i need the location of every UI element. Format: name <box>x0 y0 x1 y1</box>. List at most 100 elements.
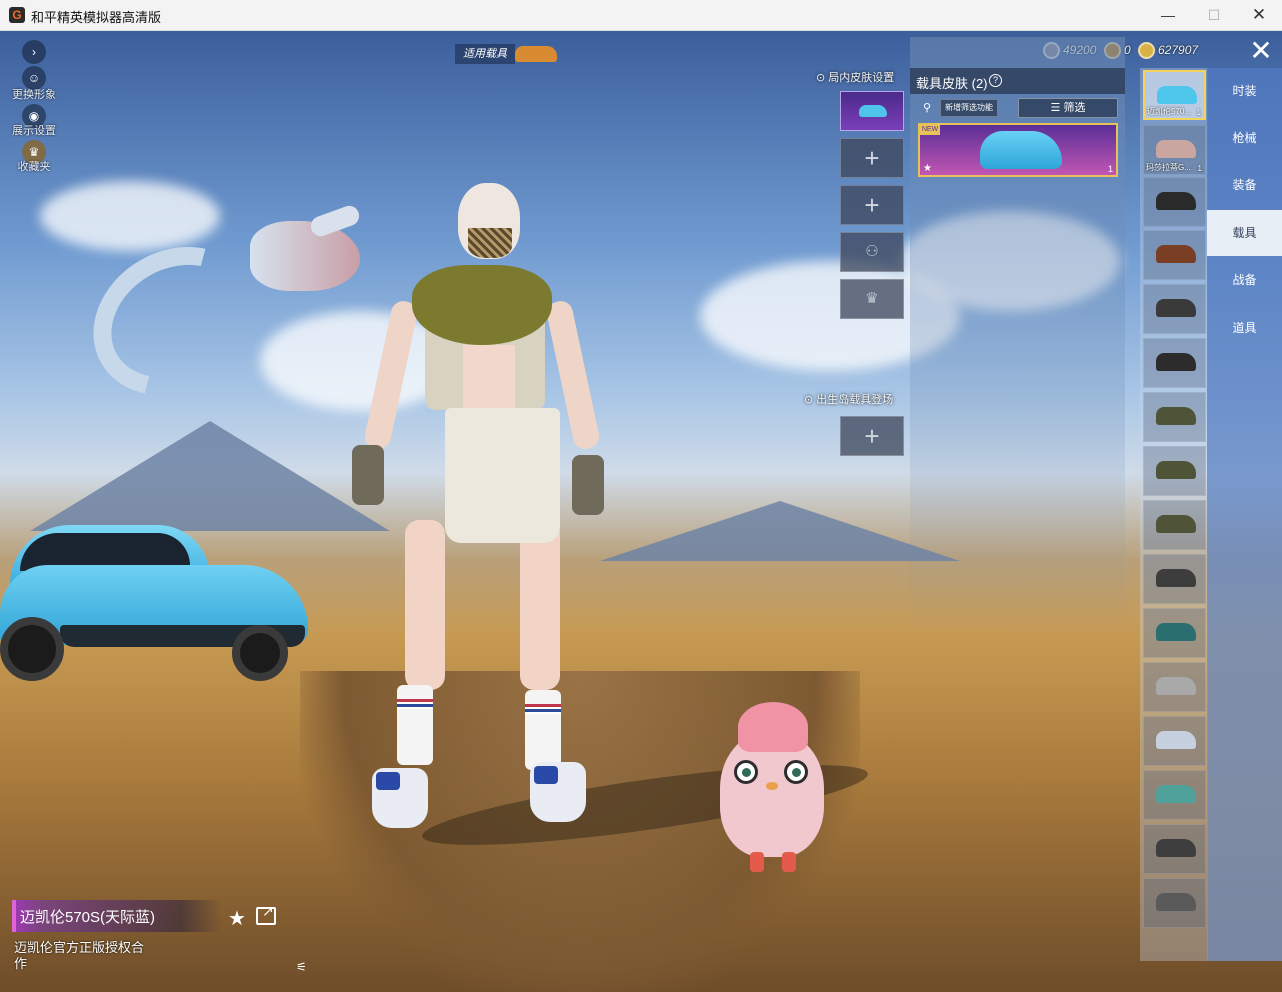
skin-car-thumbnail <box>980 131 1062 169</box>
vehicle-list-item[interactable] <box>1143 338 1206 388</box>
spawn-vehicle-slot[interactable]: + <box>840 416 904 456</box>
gold-coin-icon <box>1138 41 1155 59</box>
vehicle-model[interactable] <box>0 525 312 685</box>
skin-count: 1 <box>1107 164 1113 174</box>
vehicle-thumbnail <box>1157 86 1197 104</box>
character-torso <box>463 345 515 411</box>
medal-amount: 0 <box>1124 43 1131 57</box>
slot-car-thumbnail <box>859 105 887 117</box>
window-title: 和平精英模拟器高清版 <box>31 10 162 25</box>
vehicle-list-item[interactable] <box>1143 878 1206 928</box>
app-logo-icon: G <box>9 7 25 23</box>
pet-foot <box>782 852 796 872</box>
skin-slot-locked-1[interactable]: ⚇ <box>840 232 904 272</box>
change-avatar-label[interactable]: 更换形象 <box>10 86 58 102</box>
favorite-star-icon[interactable]: ★ <box>228 906 246 931</box>
vehicle-list-item[interactable] <box>1143 284 1206 334</box>
vehicle-thumbnail <box>1156 515 1196 533</box>
character-glove <box>572 455 604 515</box>
applied-vehicle-icon <box>515 46 557 62</box>
vehicle-thumbnail <box>1156 569 1196 587</box>
pet-companion[interactable] <box>720 702 824 874</box>
vehicle-list-item[interactable] <box>1143 770 1206 820</box>
filter-button[interactable]: ☰ 筛选 <box>1018 98 1118 118</box>
vehicle-thumbnail <box>1156 839 1196 857</box>
vehicle-thumbnail <box>1156 623 1196 641</box>
car-wheel <box>232 625 288 681</box>
character-sock <box>525 690 561 770</box>
vehicle-thumbnail <box>1156 677 1196 695</box>
chevron-right-icon[interactable]: › <box>22 40 46 64</box>
skin-slot-3[interactable]: + <box>840 185 904 225</box>
minimize-button[interactable]: — <box>1145 0 1191 30</box>
dragon-decoration <box>66 203 380 425</box>
vehicle-thumbnail <box>1156 731 1196 749</box>
vehicle-thumbnail <box>1156 192 1196 210</box>
favorites-label[interactable]: 收藏夹 <box>10 158 58 174</box>
vehicle-thumbnail <box>1156 461 1196 479</box>
vehicle-skin-title: 载具皮肤 (2) <box>916 76 988 91</box>
character-scarf <box>412 265 552 345</box>
vehicle-list-count: 1 <box>1196 108 1201 117</box>
pet-hair <box>738 702 808 752</box>
gold-amount: 627907 <box>1158 43 1199 57</box>
new-filter-button[interactable]: 新增筛选功能 <box>940 99 998 117</box>
character-shorts <box>445 408 560 543</box>
pet-eye <box>734 760 758 784</box>
dragon-head <box>250 221 360 291</box>
display-settings-label[interactable]: 展示设置 <box>10 122 58 138</box>
character-shoe <box>372 768 428 828</box>
category-tab[interactable]: 道具 <box>1207 305 1282 351</box>
car-wheel <box>0 617 64 681</box>
character-leg <box>405 520 445 690</box>
window-close-button[interactable]: ✕ <box>1236 0 1282 30</box>
vehicle-thumbnail <box>1156 407 1196 425</box>
vehicle-list-count: 1 <box>1197 164 1202 173</box>
pet-foot <box>750 852 764 872</box>
mountain <box>30 421 390 531</box>
vehicle-list-item[interactable] <box>1143 716 1206 766</box>
mountain <box>600 501 960 561</box>
vehicle-list-item[interactable] <box>1143 230 1206 280</box>
vehicle-list-item[interactable] <box>1143 500 1206 550</box>
skin-slot-2[interactable]: + <box>840 138 904 178</box>
character-sock <box>397 685 433 765</box>
vehicle-list-item[interactable] <box>1143 177 1206 227</box>
skin-slot-1[interactable] <box>840 91 904 131</box>
star-icon: ★ <box>923 163 932 174</box>
spawn-island-heading: ⊙ 出生岛载具登场 <box>804 394 894 406</box>
category-tab[interactable]: 时装 <box>1207 68 1282 114</box>
category-tab[interactable]: 枪械 <box>1207 115 1282 161</box>
pet-eye <box>784 760 808 784</box>
window-titlebar: G 和平精英模拟器高清版 — ☐ ✕ <box>0 0 1282 31</box>
category-tab[interactable]: 载具 <box>1207 210 1282 256</box>
vehicle-list-item[interactable] <box>1143 824 1206 874</box>
search-icon[interactable]: ⚲ <box>916 99 938 117</box>
close-x-icon[interactable]: ✕ <box>1247 37 1275 65</box>
share-icon[interactable] <box>256 903 276 925</box>
vehicle-list-item[interactable] <box>1143 662 1206 712</box>
character-shoe <box>530 762 586 822</box>
category-tab[interactable]: 装备 <box>1207 162 1282 208</box>
vehicle-list-item[interactable] <box>1143 554 1206 604</box>
category-tab[interactable]: 战备 <box>1207 257 1282 303</box>
vehicle-list-item[interactable]: 玛莎拉蒂G... 1 <box>1143 125 1206 175</box>
vehicle-list-item[interactable]: 迈凯伦570... 1 <box>1143 70 1206 120</box>
help-icon[interactable]: ? <box>989 74 1002 87</box>
vehicle-thumbnail <box>1156 785 1196 803</box>
maximize-button[interactable]: ☐ <box>1191 0 1237 30</box>
applied-vehicle-tag: 适用载具 <box>455 44 515 64</box>
horn-icon[interactable]: ⚟ <box>296 960 307 974</box>
vehicle-list-item[interactable] <box>1143 392 1206 442</box>
vehicle-thumbnail <box>1156 299 1196 317</box>
vehicle-list-item[interactable] <box>1143 608 1206 658</box>
filter-button-label: 筛选 <box>1063 102 1086 114</box>
skin-card[interactable]: NEW ★ 1 <box>918 123 1118 177</box>
vehicle-list-label: 玛莎拉蒂G... <box>1146 163 1191 172</box>
pet-beak <box>766 782 778 790</box>
in-match-skin-heading-text: 局内皮肤设置 <box>828 72 895 84</box>
vehicle-description: 迈凯伦官方正版授权合作 <box>14 940 145 971</box>
skin-slot-locked-2[interactable]: ♛ <box>840 279 904 319</box>
vehicle-thumbnail <box>1156 245 1196 263</box>
vehicle-list-item[interactable] <box>1143 446 1206 496</box>
